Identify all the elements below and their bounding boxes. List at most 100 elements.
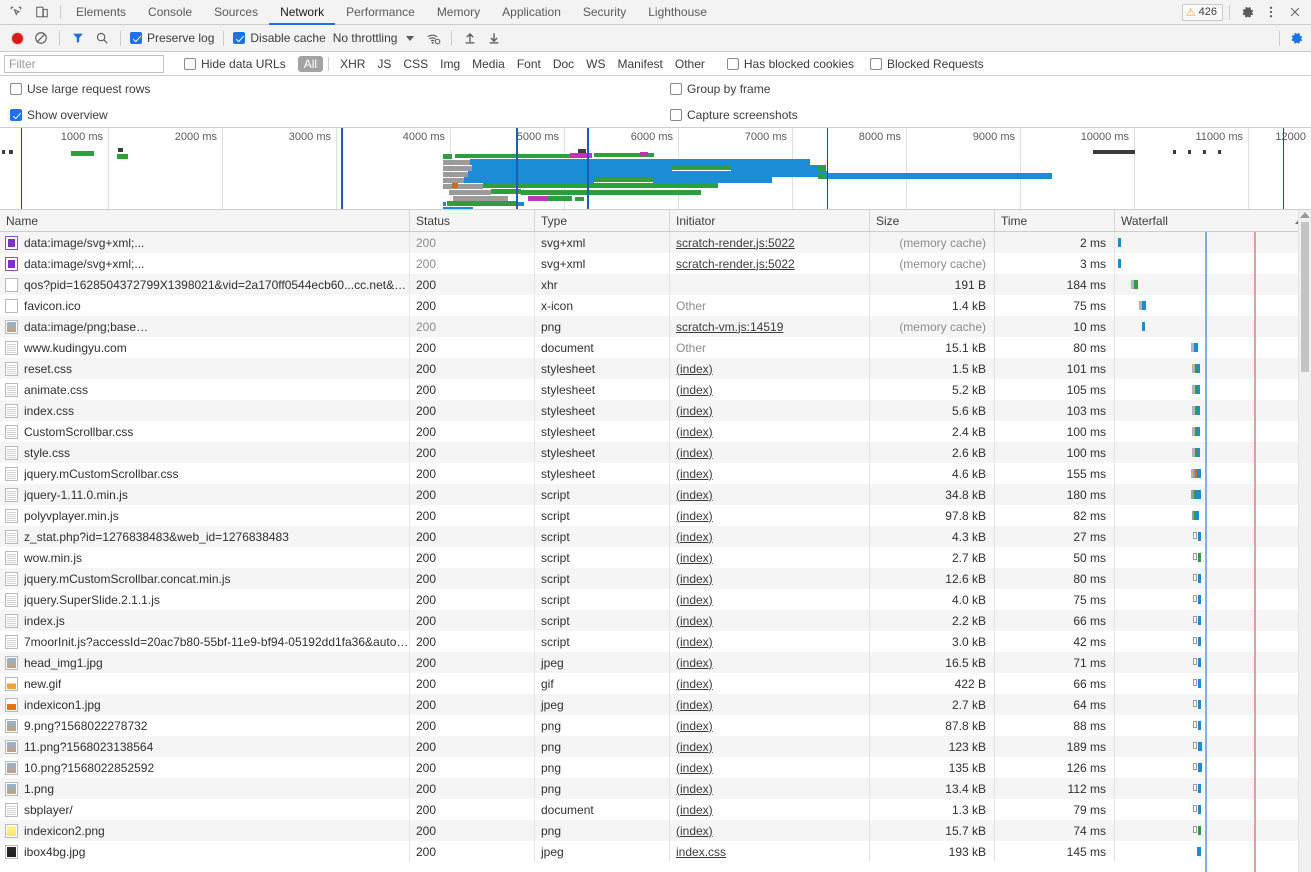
cell-name[interactable]: indexicon2.png <box>0 820 410 841</box>
initiator-label[interactable]: (index) <box>676 761 713 775</box>
table-row[interactable]: 11.png?1568023138564 200 png (index) 123 kB 1… <box>0 736 1311 757</box>
initiator-label[interactable]: (index) <box>676 677 713 691</box>
network-settings-gear-icon[interactable] <box>1285 27 1307 49</box>
cell-name[interactable]: data:image/png;base… <box>0 316 410 337</box>
show-overview-checkbox[interactable]: Show overview <box>8 108 668 122</box>
table-row[interactable]: 1.png 200 png (index) 13.4 kB 112 ms <box>0 778 1311 799</box>
column-header-name[interactable]: Name <box>0 210 410 231</box>
cell-initiator[interactable]: scratch-render.js:5022 <box>670 232 870 253</box>
cell-initiator[interactable]: (index) <box>670 673 870 694</box>
filter-type-ws[interactable]: WS <box>580 56 611 72</box>
tab-lighthouse[interactable]: Lighthouse <box>637 0 718 25</box>
table-row[interactable]: jquery-1.11.0.min.js 200 script (index) 34.8… <box>0 484 1311 505</box>
filter-type-js[interactable]: JS <box>371 56 397 72</box>
filter-type-all[interactable]: All <box>297 55 324 72</box>
table-row[interactable]: data:image/svg+xml;... 200 svg+xml scratch-… <box>0 232 1311 253</box>
filter-icon[interactable] <box>67 27 89 49</box>
table-row[interactable]: index.css 200 stylesheet (index) 5.6 kB 103 m… <box>0 400 1311 421</box>
initiator-label[interactable]: (index) <box>676 488 713 502</box>
device-toolbar-icon[interactable] <box>32 2 52 22</box>
initiator-label[interactable]: (index) <box>676 467 713 481</box>
cell-name[interactable]: 1.png <box>0 778 410 799</box>
initiator-label[interactable]: (index) <box>676 404 713 418</box>
table-row[interactable]: data:image/svg+xml;... 200 svg+xml scratch-… <box>0 253 1311 274</box>
table-row[interactable]: index.js 200 script (index) 2.2 kB 66 ms <box>0 610 1311 631</box>
cell-name[interactable]: sbplayer/ <box>0 799 410 820</box>
cell-name[interactable]: jquery.mCustomScrollbar.concat.min.js <box>0 568 410 589</box>
initiator-label[interactable]: index.css <box>676 845 726 859</box>
tab-performance[interactable]: Performance <box>335 0 426 25</box>
initiator-label[interactable]: (index) <box>676 635 713 649</box>
table-row[interactable]: style.css 200 stylesheet (index) 2.6 kB 100 m… <box>0 442 1311 463</box>
table-row[interactable]: head_img1.jpg 200 jpeg (index) 16.5 kB 71 ms <box>0 652 1311 673</box>
cell-name[interactable]: z_stat.php?id=1276838483&web_id=12768384… <box>0 526 410 547</box>
table-row[interactable]: www.kudingyu.com 200 document Other 15.1 kB 8… <box>0 337 1311 358</box>
cell-initiator[interactable]: (index) <box>670 799 870 820</box>
filter-type-img[interactable]: Img <box>434 56 466 72</box>
warning-count-badge[interactable]: ⚠ 426 <box>1181 3 1223 21</box>
table-row[interactable]: 9.png?1568022278732 200 png (index) 87.8 kB 8… <box>0 715 1311 736</box>
cell-name[interactable]: jquery.SuperSlide.2.1.1.js <box>0 589 410 610</box>
cell-name[interactable]: indexicon1.jpg <box>0 694 410 715</box>
column-header-time[interactable]: Time <box>995 210 1115 231</box>
table-row[interactable]: reset.css 200 stylesheet (index) 1.5 kB 101 m… <box>0 358 1311 379</box>
cell-initiator[interactable]: (index) <box>670 421 870 442</box>
cell-initiator[interactable]: (index) <box>670 757 870 778</box>
column-header-initiator[interactable]: Initiator <box>670 210 870 231</box>
group-by-frame-checkbox[interactable]: Group by frame <box>668 82 1311 96</box>
export-har-icon[interactable] <box>483 27 505 49</box>
cell-initiator[interactable]: (index) <box>670 400 870 421</box>
cell-initiator[interactable]: (index) <box>670 694 870 715</box>
cell-initiator[interactable]: index.css <box>670 841 870 862</box>
initiator-label[interactable]: (index) <box>676 803 713 817</box>
preserve-log-checkbox[interactable]: Preserve log <box>128 31 216 45</box>
scrollbar-thumb[interactable] <box>1301 222 1309 372</box>
vertical-scrollbar[interactable] <box>1298 210 1311 872</box>
cell-initiator[interactable]: (index) <box>670 358 870 379</box>
cell-name[interactable]: animate.css <box>0 379 410 400</box>
column-header-status[interactable]: Status <box>410 210 535 231</box>
initiator-label[interactable]: (index) <box>676 362 713 376</box>
cell-initiator[interactable]: (index) <box>670 736 870 757</box>
cell-initiator[interactable]: (index) <box>670 631 870 652</box>
cell-name[interactable]: wow.min.js <box>0 547 410 568</box>
cell-initiator[interactable]: (index) <box>670 589 870 610</box>
network-overview-timeline[interactable]: 1000 ms 2000 ms 3000 ms 4000 ms 5000 ms 6000 … <box>0 128 1311 210</box>
cell-name[interactable]: favicon.ico <box>0 295 410 316</box>
tab-network[interactable]: Network <box>269 0 336 25</box>
cell-initiator[interactable]: (index) <box>670 778 870 799</box>
cell-initiator[interactable]: (index) <box>670 820 870 841</box>
initiator-label[interactable]: (index) <box>676 425 713 439</box>
cell-name[interactable]: reset.css <box>0 358 410 379</box>
table-row[interactable]: CustomScrollbar.css 200 stylesheet (index) 2… <box>0 421 1311 442</box>
scroll-up-arrow[interactable] <box>1300 212 1310 218</box>
table-row[interactable]: data:image/png;base… 200 png scratch-vm.js:… <box>0 316 1311 337</box>
table-row[interactable]: new.gif 200 gif (index) 422 B 66 ms <box>0 673 1311 694</box>
throttling-select[interactable]: No throttling <box>330 31 401 45</box>
cell-name[interactable]: www.kudingyu.com <box>0 337 410 358</box>
table-row[interactable]: jquery.SuperSlide.2.1.1.js 200 script (inde… <box>0 589 1311 610</box>
cell-initiator[interactable]: (index) <box>670 379 870 400</box>
table-row[interactable]: jquery.mCustomScrollbar.concat.min.js 200… <box>0 568 1311 589</box>
table-row[interactable]: sbplayer/200 document (index) 1.3 kB 79 ms <box>0 799 1311 820</box>
search-icon[interactable] <box>91 27 113 49</box>
initiator-label[interactable]: (index) <box>676 593 713 607</box>
close-icon[interactable] <box>1284 1 1306 23</box>
cell-name[interactable]: 9.png?1568022278732 <box>0 715 410 736</box>
cell-name[interactable]: data:image/svg+xml;... <box>0 232 410 253</box>
table-row[interactable]: 10.png?1568022852592 200 png (index) 135 kB 1… <box>0 757 1311 778</box>
kebab-menu-icon[interactable] <box>1260 1 1282 23</box>
gear-icon[interactable] <box>1236 1 1258 23</box>
tab-security[interactable]: Security <box>572 0 637 25</box>
cell-initiator[interactable]: Other <box>670 295 870 316</box>
cell-initiator[interactable]: (index) <box>670 442 870 463</box>
chevron-down-icon[interactable] <box>406 35 415 41</box>
cell-name[interactable]: qos?pid=1628504372799X1398021&vid=2a170f… <box>0 274 410 295</box>
cell-initiator[interactable]: (index) <box>670 484 870 505</box>
hide-data-urls-checkbox[interactable]: Hide data URLs <box>182 57 288 71</box>
cell-initiator[interactable]: (index) <box>670 547 870 568</box>
tab-sources[interactable]: Sources <box>203 0 269 25</box>
search-input[interactable] <box>4 54 164 73</box>
use-large-rows-checkbox[interactable]: Use large request rows <box>8 82 668 96</box>
initiator-label[interactable]: (index) <box>676 656 713 670</box>
